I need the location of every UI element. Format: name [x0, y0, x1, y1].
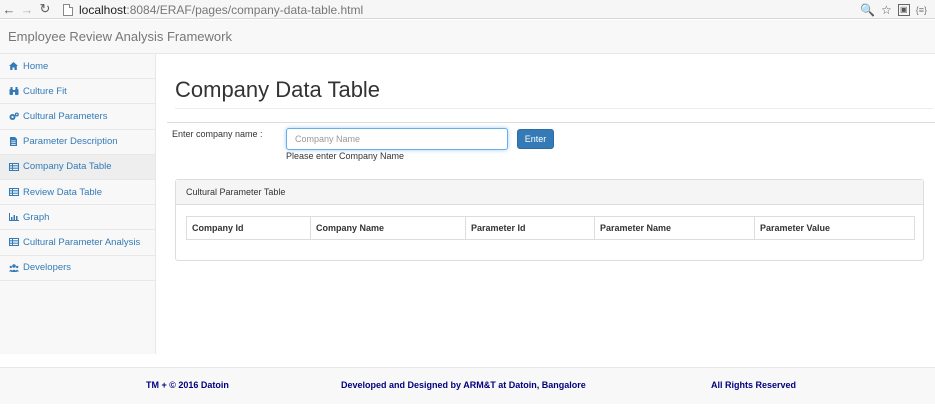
sidebar-item-label: Cultural Parameter Analysis — [23, 236, 141, 248]
sidebar-item-parameter-description[interactable]: Parameter Description — [0, 130, 155, 155]
page-icon — [63, 3, 73, 16]
sidebar-item-cultural-parameter-analysis[interactable]: Cultural Parameter Analysis — [0, 230, 155, 256]
sidebar-item-label: Developers — [23, 262, 72, 274]
url-host: localhost — [79, 2, 127, 17]
url-path: :8084/ERAF/pages/company-data-table.html — [126, 2, 364, 17]
cultural-parameter-panel: Cultural Parameter Table Company Id Comp… — [175, 179, 924, 261]
help-text: Please enter Company Name — [286, 151, 405, 161]
cultural-parameter-table: Company Id Company Name Parameter Id Par… — [186, 216, 915, 240]
bar-chart-icon — [8, 213, 19, 222]
company-name-input[interactable] — [286, 128, 508, 150]
enter-button[interactable]: Enter — [517, 129, 554, 149]
sidebar-item-label: Graph — [23, 211, 50, 223]
title-divider — [175, 108, 933, 109]
file-icon — [8, 137, 19, 147]
table-icon — [8, 238, 19, 247]
sidebar-item-home[interactable]: Home — [0, 54, 155, 80]
sidebar-item-label: Company Data Table — [23, 161, 112, 173]
panel-heading: Cultural Parameter Table — [176, 180, 923, 205]
page-title: Company Data Table — [175, 77, 381, 102]
sidebar-item-developers[interactable]: Developers — [0, 256, 155, 281]
zoom-icon[interactable]: 🔍 — [860, 3, 875, 17]
main-content: Company Data Table Enter company name : … — [157, 54, 935, 354]
extension-icon[interactable]: ▣ — [897, 3, 910, 16]
sidebar-item-label: Culture Fit — [23, 85, 67, 97]
column-header-parameter-id[interactable]: Parameter Id — [465, 216, 595, 240]
forward-icon[interactable]: → — [18, 0, 36, 19]
sidebar: Home Culture Fit Cultural Parameters Par… — [0, 54, 156, 354]
table-icon — [8, 188, 19, 197]
sidebar-item-company-data-table[interactable]: Company Data Table — [0, 154, 155, 180]
sidebar-item-label: Cultural Parameters — [23, 110, 108, 122]
bookmark-star-icon[interactable]: ☆ — [881, 3, 892, 17]
sidebar-item-cultural-parameters[interactable]: Cultural Parameters — [0, 104, 155, 130]
column-header-company-name[interactable]: Company Name — [310, 216, 466, 240]
sidebar-item-label: Parameter Description — [23, 136, 118, 148]
column-header-company-id[interactable]: Company Id — [186, 216, 311, 240]
sidebar-item-graph[interactable]: Graph — [0, 205, 155, 231]
sidebar-item-label: Home — [23, 60, 49, 72]
sidebar-item-culture-fit[interactable]: Culture Fit — [0, 79, 155, 105]
table-header-row: Company Id Company Name Parameter Id Par… — [186, 216, 915, 240]
address-bar[interactable]: localhost:8084/ERAF/pages/company-data-t… — [63, 1, 883, 18]
footer-rights: All Rights Reserved — [711, 380, 797, 390]
form-divider — [167, 122, 935, 123]
binoculars-icon — [8, 87, 19, 96]
reload-icon[interactable]: ↻ — [36, 0, 54, 19]
company-name-label: Enter company name : — [172, 129, 263, 139]
home-icon — [8, 62, 19, 71]
table-icon — [8, 162, 19, 171]
browser-toolbar: ← → ↻ localhost:8084/ERAF/pages/company-… — [0, 0, 935, 19]
footer: TM + © 2016 Datoin Developed and Designe… — [0, 367, 935, 404]
sidebar-item-review-data-table[interactable]: Review Data Table — [0, 180, 155, 206]
json-extension-icon[interactable]: {≡} — [916, 5, 927, 15]
back-icon[interactable]: ← — [0, 0, 18, 19]
column-header-parameter-name[interactable]: Parameter Name — [594, 216, 755, 240]
footer-copyright: TM + © 2016 Datoin — [146, 380, 229, 390]
gears-icon — [8, 112, 19, 121]
column-header-parameter-value[interactable]: Parameter Value — [754, 216, 915, 240]
users-icon — [8, 263, 19, 272]
footer-credits: Developed and Designed by ARM&T at Datoi… — [341, 380, 586, 390]
sidebar-item-label: Review Data Table — [23, 186, 103, 198]
brand-title[interactable]: Employee Review Analysis Framework — [8, 29, 232, 44]
navbar: Employee Review Analysis Framework — [0, 20, 935, 54]
